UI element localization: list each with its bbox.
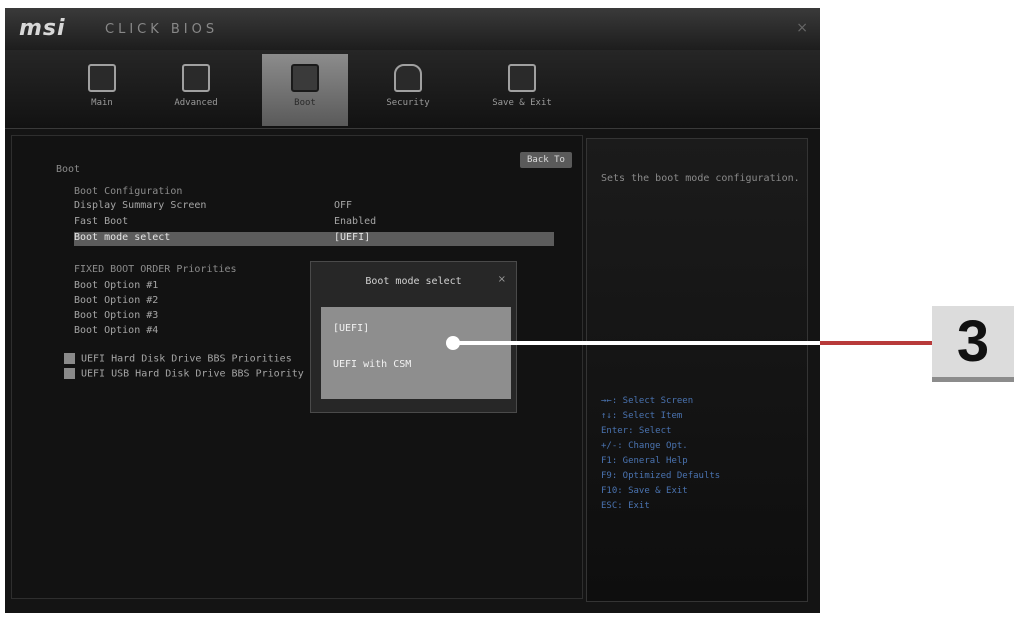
key-hint: +/-: Change Opt. bbox=[601, 441, 688, 451]
save-icon bbox=[508, 64, 536, 92]
popup-options: [UEFI] UEFI with CSM bbox=[321, 307, 511, 399]
key-hint: F1: General Help bbox=[601, 456, 688, 466]
boot-option-label: Boot Option #4 bbox=[74, 325, 159, 336]
submenu-icon bbox=[64, 368, 75, 379]
close-icon[interactable]: × bbox=[498, 274, 506, 285]
option-uefi[interactable]: [UEFI] bbox=[333, 323, 369, 334]
submenu-icon bbox=[64, 353, 75, 364]
setting-label: Display Summary Screen bbox=[74, 200, 207, 211]
callout-line bbox=[453, 341, 820, 345]
tab-main[interactable]: Main bbox=[59, 54, 145, 126]
setting-value: OFF bbox=[334, 200, 353, 211]
tab-advanced[interactable]: Advanced bbox=[153, 54, 239, 126]
setting-display-summary[interactable]: Display Summary Screen OFF bbox=[74, 200, 554, 214]
key-hint: F10: Save & Exit bbox=[601, 486, 688, 496]
uefi-hdd-bbs-priorities[interactable]: UEFI Hard Disk Drive BBS Priorities bbox=[64, 353, 292, 365]
option-uefi-with-csm[interactable]: UEFI with CSM bbox=[333, 359, 411, 370]
key-hint: →←: Select Screen bbox=[601, 396, 694, 406]
popup-title: Boot mode select bbox=[365, 276, 462, 287]
section-title: Boot bbox=[56, 164, 81, 175]
close-icon[interactable]: × bbox=[796, 20, 808, 36]
setting-label: Fast Boot bbox=[74, 216, 129, 227]
callout-line-accent bbox=[820, 341, 932, 345]
boot-option-label: Boot Option #3 bbox=[74, 310, 159, 321]
bios-screen: msi CLICK BIOS × Main Advanced Boot Secu… bbox=[5, 8, 820, 613]
boot-option-label: Boot Option #2 bbox=[74, 295, 159, 306]
key-hint: Enter: Select bbox=[601, 426, 672, 436]
title-bar: msi CLICK BIOS × bbox=[5, 8, 820, 50]
lock-icon bbox=[394, 64, 422, 92]
key-legend: →←: Select Screen ↑↓: Select Item Enter:… bbox=[601, 394, 720, 514]
priority-label: UEFI USB Hard Disk Drive BBS Priority bbox=[81, 368, 304, 380]
monitor-icon bbox=[88, 64, 116, 92]
setting-value: [UEFI] bbox=[334, 232, 371, 243]
key-hint: ESC: Exit bbox=[601, 501, 650, 511]
tab-label: Save & Exit bbox=[492, 98, 552, 108]
tab-label: Security bbox=[386, 98, 430, 108]
advanced-icon bbox=[182, 64, 210, 92]
setting-fast-boot[interactable]: Fast Boot Enabled bbox=[74, 216, 554, 230]
callout-pointer bbox=[446, 336, 460, 350]
tab-boot[interactable]: Boot bbox=[262, 54, 348, 126]
app-title: CLICK BIOS bbox=[105, 22, 219, 37]
settings-panel: Back To Boot Boot Configuration Display … bbox=[11, 135, 583, 599]
tab-bar: Main Advanced Boot Security Save & Exit bbox=[5, 50, 820, 129]
tab-label: Advanced bbox=[174, 98, 218, 108]
tab-save-exit[interactable]: Save & Exit bbox=[479, 54, 565, 126]
key-hint: F9: Optimized Defaults bbox=[601, 471, 721, 481]
key-hint: ↑↓: Select Item bbox=[601, 411, 683, 421]
boot-icon bbox=[291, 64, 319, 92]
priorities-label: FIXED BOOT ORDER Priorities bbox=[74, 264, 237, 275]
boot-mode-popup: Boot mode select × [UEFI] UEFI with CSM bbox=[310, 261, 517, 413]
priority-label: UEFI Hard Disk Drive BBS Priorities bbox=[81, 353, 292, 365]
boot-option-label: Boot Option #1 bbox=[74, 280, 159, 291]
boot-config-label: Boot Configuration bbox=[74, 186, 183, 197]
setting-value: Enabled bbox=[334, 216, 377, 227]
tab-security[interactable]: Security bbox=[365, 54, 451, 126]
help-panel: Sets the boot mode configuration. →←: Se… bbox=[586, 138, 808, 602]
setting-label: Boot mode select bbox=[74, 232, 171, 243]
help-text: Sets the boot mode configuration. bbox=[601, 173, 800, 184]
msi-logo: msi bbox=[19, 16, 66, 41]
tab-label: Boot bbox=[294, 98, 316, 108]
callout-number-badge: 3 bbox=[932, 306, 1014, 382]
tab-label: Main bbox=[91, 98, 113, 108]
back-button[interactable]: Back To bbox=[520, 152, 572, 168]
uefi-usb-hdd-bbs-priority[interactable]: UEFI USB Hard Disk Drive BBS Priority bbox=[64, 368, 304, 380]
setting-boot-mode-select[interactable]: Boot mode select [UEFI] bbox=[74, 232, 554, 246]
